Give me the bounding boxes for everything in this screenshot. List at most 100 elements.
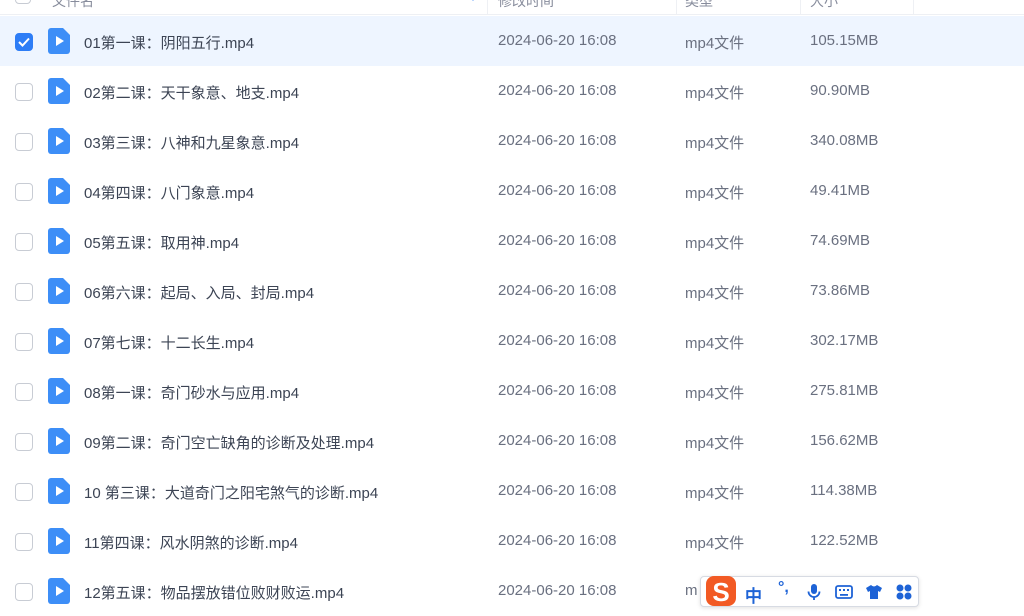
toolbox-grid-icon[interactable] [895, 583, 913, 601]
file-type: m [685, 582, 698, 599]
sogou-logo-icon[interactable]: S [703, 573, 739, 609]
video-file-icon [48, 578, 70, 604]
file-row[interactable]: 04第四课：八门象意.mp4 2024-06-20 16:08 mp4文件 49.41… [0, 166, 1024, 216]
file-size: 122.52MB [810, 532, 879, 549]
row-checkbox[interactable] [15, 233, 33, 251]
file-name[interactable]: 03第三课：八神和九星象意.mp4 [84, 132, 299, 153]
column-divider [676, 0, 677, 14]
microphone-icon[interactable] [805, 583, 823, 601]
file-type: mp4文件 [685, 435, 745, 452]
ime-toolbar[interactable]: S 中 °, [700, 576, 919, 607]
file-modified-date: 2024-06-20 16:08 [498, 332, 617, 349]
file-type: mp4文件 [685, 485, 745, 502]
file-row[interactable]: 06第六课：起局、入局、封局.mp4 2024-06-20 16:08 mp4文件 7… [0, 266, 1024, 316]
row-checkbox[interactable] [15, 33, 33, 51]
file-type: mp4文件 [685, 535, 745, 552]
video-file-icon [48, 278, 70, 304]
file-modified-date: 2024-06-20 16:08 [498, 32, 617, 49]
file-name[interactable]: 09第二课：奇门空亡缺角的诊断及处理.mp4 [84, 432, 374, 453]
file-name[interactable]: 01第一课：阴阳五行.mp4 [84, 32, 254, 53]
row-checkbox[interactable] [15, 83, 33, 101]
file-modified-date: 2024-06-20 16:08 [498, 432, 617, 449]
file-name[interactable]: 10 第三课：大道奇门之阳宅煞气的诊断.mp4 [84, 482, 378, 503]
video-file-icon [48, 428, 70, 454]
video-file-icon [48, 528, 70, 554]
video-file-icon [48, 378, 70, 404]
file-name[interactable]: 08第一课：奇门砂水与应用.mp4 [84, 382, 299, 403]
row-checkbox[interactable] [15, 333, 33, 351]
file-name[interactable]: 11第四课：风水阴煞的诊断.mp4 [84, 532, 298, 553]
ime-punctuation-toggle[interactable]: °, [778, 579, 789, 597]
file-modified-date: 2024-06-20 16:08 [498, 82, 617, 99]
column-header-type[interactable]: 类型 [685, 0, 713, 14]
column-divider [800, 0, 801, 14]
file-size: 49.41MB [810, 182, 871, 199]
video-file-icon [48, 228, 70, 254]
file-name[interactable]: 12第五课：物品摆放错位败财败运.mp4 [84, 582, 344, 603]
file-row[interactable]: 07第七课：十二长生.mp4 2024-06-20 16:08 mp4文件 302.1… [0, 316, 1024, 366]
video-file-icon [48, 78, 70, 104]
file-row[interactable]: 08第一课：奇门砂水与应用.mp4 2024-06-20 16:08 mp4文件 27… [0, 366, 1024, 416]
file-modified-date: 2024-06-20 16:08 [498, 232, 617, 249]
file-row[interactable]: 09第二课：奇门空亡缺角的诊断及处理.mp4 2024-06-20 16:08 mp… [0, 416, 1024, 466]
sort-arrow-icon[interactable] [470, 0, 476, 2]
file-size: 156.62MB [810, 432, 879, 449]
file-type: mp4文件 [685, 285, 745, 302]
row-checkbox[interactable] [15, 533, 33, 551]
row-checkbox[interactable] [15, 383, 33, 401]
column-header-size[interactable]: 大小 [810, 0, 838, 14]
file-name[interactable]: 05第五课：取用神.mp4 [84, 232, 239, 253]
file-type: mp4文件 [685, 185, 745, 202]
file-modified-date: 2024-06-20 16:08 [498, 282, 617, 299]
file-size: 105.15MB [810, 32, 879, 49]
file-row[interactable]: 03第三课：八神和九星象意.mp4 2024-06-20 16:08 mp4文件 34… [0, 116, 1024, 166]
row-checkbox[interactable] [15, 583, 33, 601]
file-size: 74.69MB [810, 232, 871, 249]
file-type: mp4文件 [685, 135, 745, 152]
file-row[interactable]: 11第四课：风水阴煞的诊断.mp4 2024-06-20 16:08 mp4文件 12… [0, 516, 1024, 566]
file-row[interactable]: 01第一课：阴阳五行.mp4 2024-06-20 16:08 mp4文件 105.1… [0, 16, 1024, 66]
file-row[interactable]: 02第二课：天干象意、地支.mp4 2024-06-20 16:08 mp4文件 90… [0, 66, 1024, 116]
ime-mode-toggle[interactable]: 中 [745, 582, 762, 607]
column-header-name[interactable]: 文件名 [52, 0, 94, 14]
file-size: 90.90MB [810, 82, 871, 99]
checkmark-icon [18, 37, 30, 47]
file-type: mp4文件 [685, 85, 745, 102]
file-modified-date: 2024-06-20 16:08 [498, 382, 617, 399]
row-checkbox[interactable] [15, 433, 33, 451]
video-file-icon [48, 128, 70, 154]
svg-text:S: S [712, 577, 729, 607]
file-type: mp4文件 [685, 385, 745, 402]
file-size: 302.17MB [810, 332, 879, 349]
row-checkbox[interactable] [15, 283, 33, 301]
file-name[interactable]: 06第六课：起局、入局、封局.mp4 [84, 282, 314, 303]
row-checkbox[interactable] [15, 133, 33, 151]
column-header-date[interactable]: 修改时间 [498, 0, 554, 14]
file-type: mp4文件 [685, 235, 745, 252]
file-modified-date: 2024-06-20 16:08 [498, 132, 617, 149]
file-size: 340.08MB [810, 132, 879, 149]
file-modified-date: 2024-06-20 16:08 [498, 482, 617, 499]
row-checkbox[interactable] [15, 183, 33, 201]
file-size: 73.86MB [810, 282, 871, 299]
keyboard-icon[interactable] [835, 583, 853, 601]
file-modified-date: 2024-06-20 16:08 [498, 182, 617, 199]
skin-shirt-icon[interactable] [865, 583, 883, 601]
file-modified-date: 2024-06-20 16:08 [498, 582, 617, 599]
file-list-header: 文件名 修改时间 类型 大小 [0, 0, 1024, 15]
file-name[interactable]: 02第二课：天干象意、地支.mp4 [84, 82, 299, 103]
file-size: 275.81MB [810, 382, 879, 399]
file-row[interactable]: 05第五课：取用神.mp4 2024-06-20 16:08 mp4文件 74.69M… [0, 216, 1024, 266]
file-name[interactable]: 07第七课：十二长生.mp4 [84, 332, 254, 353]
file-name[interactable]: 04第四课：八门象意.mp4 [84, 182, 254, 203]
video-file-icon [48, 28, 70, 54]
video-file-icon [48, 178, 70, 204]
file-row[interactable]: 10 第三课：大道奇门之阳宅煞气的诊断.mp4 2024-06-20 16:08 m… [0, 466, 1024, 516]
file-list: 01第一课：阴阳五行.mp4 2024-06-20 16:08 mp4文件 105.1… [0, 16, 1024, 616]
video-file-icon [48, 328, 70, 354]
select-all-checkbox[interactable] [15, 0, 31, 4]
file-size: 114.38MB [810, 482, 878, 499]
column-divider [487, 0, 488, 14]
file-modified-date: 2024-06-20 16:08 [498, 532, 617, 549]
row-checkbox[interactable] [15, 483, 33, 501]
